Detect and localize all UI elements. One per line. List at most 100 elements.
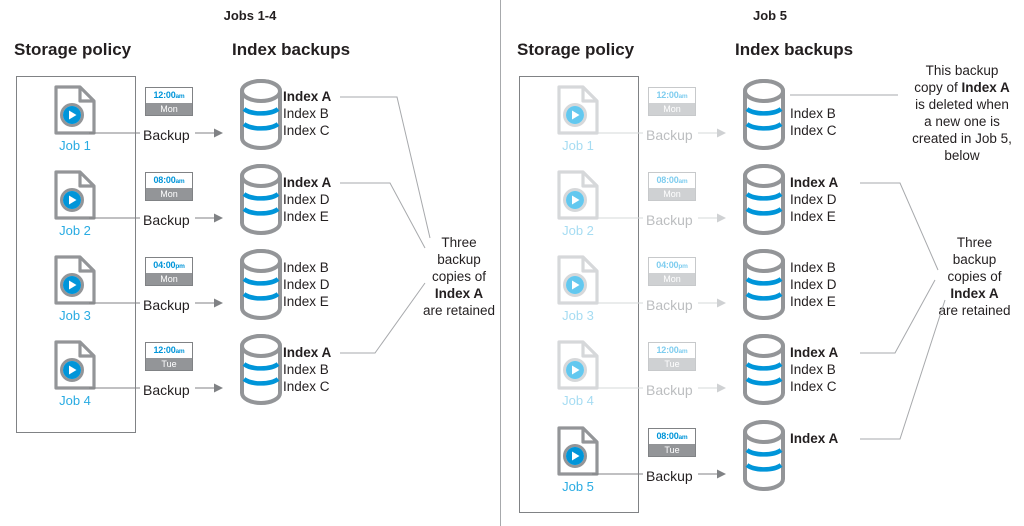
document-play-icon <box>556 84 600 136</box>
job-label: Job 5 <box>562 479 594 494</box>
backup-label-right-4: Backup <box>646 382 693 398</box>
index-list-right-4: Index A Index B Index C <box>790 344 838 395</box>
document-play-icon <box>556 169 600 221</box>
backup-label-right-5: Backup <box>646 468 693 484</box>
index-entry: Index B <box>283 362 329 377</box>
index-entry: Index A <box>790 175 839 190</box>
job-label: Job 3 <box>562 308 594 323</box>
database-cylinder-icon <box>743 79 785 491</box>
backup-label-right-3: Backup <box>646 297 693 313</box>
job-label: Job 2 <box>562 223 594 238</box>
callout-line: This backup <box>925 63 999 78</box>
document-play-icon <box>53 339 97 391</box>
schedule-day: Tue <box>146 358 192 370</box>
schedule-badge-right-4: 12:00am Tue <box>648 342 696 371</box>
index-entry: Index E <box>283 294 329 309</box>
backup-label-right-1: Backup <box>646 127 693 143</box>
index-entry: Index D <box>283 192 330 207</box>
document-play-icon <box>556 254 600 306</box>
callout-line: copies of <box>431 269 487 284</box>
schedule-time: 04:00pm <box>656 260 688 270</box>
document-play-icon <box>53 169 97 221</box>
callout-line-mixed: copy of Index A <box>903 79 1021 96</box>
job-icon-left-2[interactable]: Job 2 <box>45 169 105 238</box>
schedule-time: 12:00am <box>656 90 688 100</box>
backup-label-left-3: Backup <box>143 297 190 313</box>
job-icon-right-2[interactable]: Job 2 <box>548 169 608 238</box>
index-entry: Index A <box>790 431 839 446</box>
schedule-day: Mon <box>649 273 695 285</box>
index-entry: Index C <box>283 379 330 394</box>
callout-line: Three <box>441 235 477 250</box>
callout-line: created in Job 5, <box>912 131 1012 146</box>
right-column-header-index-backups: Index backups <box>735 40 854 59</box>
backup-label-left-1: Backup <box>143 127 190 143</box>
index-entry: Index A <box>283 345 332 360</box>
schedule-time: 12:00am <box>153 90 185 100</box>
left-callout-leaders <box>340 96 431 354</box>
left-callout-retained: Three backup copies of Index A are retai… <box>418 234 500 319</box>
schedule-day: Mon <box>146 273 192 285</box>
schedule-time: 12:00am <box>153 345 185 355</box>
schedule-time: 08:00am <box>153 175 185 185</box>
schedule-badge-left-4: 12:00am Tue <box>145 342 193 371</box>
index-entry: Index C <box>790 379 837 394</box>
job-icon-left-4[interactable]: Job 4 <box>45 339 105 408</box>
index-entry: Index D <box>790 192 837 207</box>
index-entry: Index C <box>790 123 837 138</box>
schedule-time: 08:00am <box>656 431 688 441</box>
index-entry: Index B <box>283 260 329 275</box>
panel-divider <box>500 0 501 526</box>
document-play-icon <box>556 425 600 477</box>
schedule-day: Mon <box>146 103 192 115</box>
job-icon-right-3[interactable]: Job 3 <box>548 254 608 323</box>
schedule-badge-right-3: 04:00pm Mon <box>648 257 696 286</box>
index-entry: Index D <box>283 277 330 292</box>
index-entry: Index E <box>283 209 329 224</box>
job-icon-right-5[interactable]: Job 5 <box>548 425 608 494</box>
job-icon-right-4[interactable]: Job 4 <box>548 339 608 408</box>
backup-label-left-4: Backup <box>143 382 190 398</box>
document-play-icon <box>556 339 600 391</box>
left-column-header-index-backups: Index backups <box>232 40 351 59</box>
callout-line: Three <box>956 235 993 250</box>
right-callout-deleted: This backup copy of Index A is deleted w… <box>903 62 1021 164</box>
schedule-badge-right-5: 08:00am Tue <box>648 428 696 457</box>
index-list-left-4: Index A Index B Index C <box>283 344 331 395</box>
job-label: Job 3 <box>59 308 91 323</box>
index-entry: Index B <box>790 260 836 275</box>
index-entry: Index A <box>283 89 332 104</box>
callout-line: Index A <box>950 286 999 301</box>
left-panel-title: Jobs 1-4 <box>223 8 277 23</box>
index-list-left-1: Index A Index B Index C <box>283 88 331 139</box>
job-icon-right-1[interactable]: Job 1 <box>548 84 608 153</box>
callout-line: a new one is <box>924 114 1000 129</box>
backup-label-left-2: Backup <box>143 212 190 228</box>
callout-line: is deleted when <box>915 97 1009 112</box>
index-entry: Index B <box>790 106 836 121</box>
callout-line: Index A <box>434 286 484 301</box>
schedule-day: Tue <box>649 444 695 456</box>
backup-label-right-2: Backup <box>646 212 693 228</box>
schedule-day: Mon <box>649 188 695 200</box>
document-play-icon <box>53 84 97 136</box>
index-entry: Index E <box>790 209 836 224</box>
index-entry: Index C <box>283 123 330 138</box>
schedule-badge-right-2: 08:00am Mon <box>648 172 696 201</box>
callout-line: backup <box>437 252 481 267</box>
callout-text: copy of <box>914 80 962 95</box>
job-icon-left-1[interactable]: Job 1 <box>45 84 105 153</box>
index-entry: Index A <box>283 175 332 190</box>
job-label: Job 4 <box>59 393 91 408</box>
job-label: Job 2 <box>59 223 91 238</box>
schedule-badge-left-3: 04:00pm Mon <box>145 257 193 286</box>
job-label: Job 1 <box>59 138 91 153</box>
index-list-right-1: Index B Index C <box>790 105 837 139</box>
left-column-header-storage-policy: Storage policy <box>14 40 132 59</box>
schedule-badge-left-2: 08:00am Mon <box>145 172 193 201</box>
job-icon-left-3[interactable]: Job 3 <box>45 254 105 323</box>
job-label: Job 1 <box>562 138 594 153</box>
callout-line: copies of <box>947 269 1002 284</box>
right-callout-retained: Three backup copies of Index A are retai… <box>932 234 1017 319</box>
document-play-icon <box>53 254 97 306</box>
